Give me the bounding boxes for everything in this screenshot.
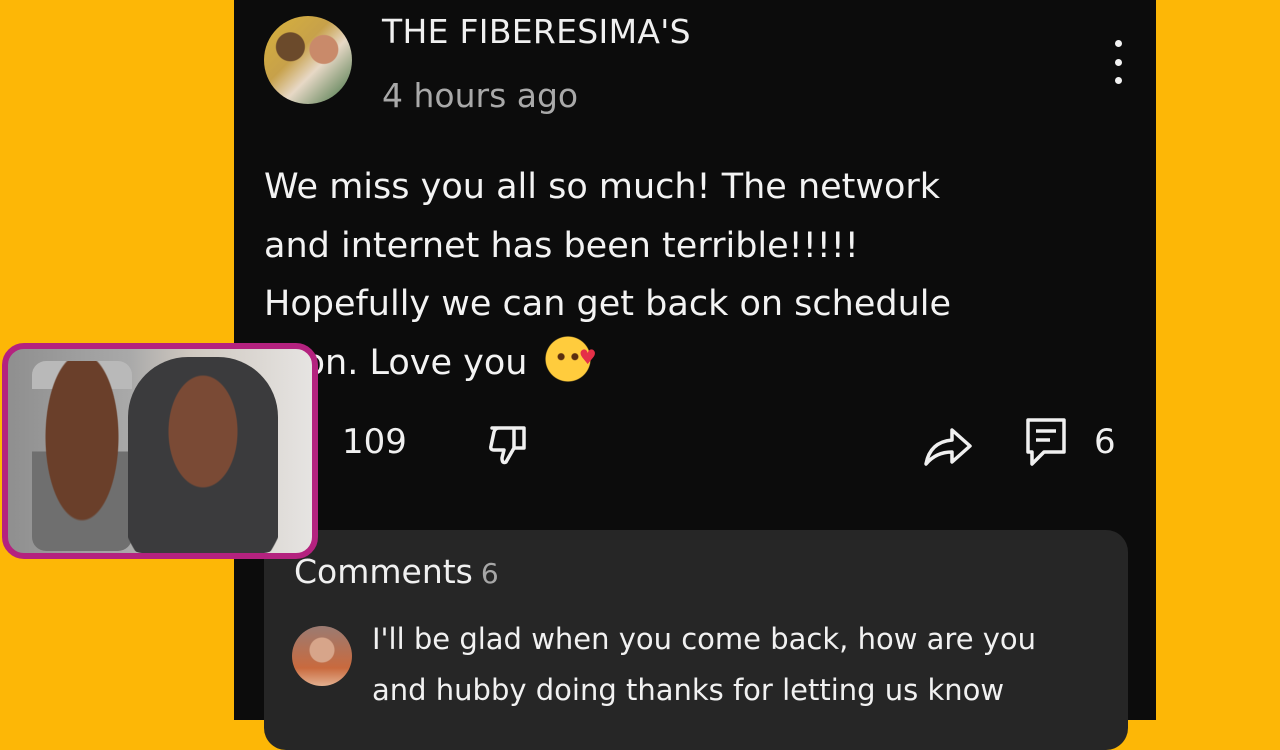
- webcam-person-right: [128, 357, 278, 553]
- top-comment-text: I'll be glad when you come back, how are…: [372, 614, 1092, 716]
- commenter-avatar[interactable]: [292, 626, 352, 686]
- post-text-line: Hopefully we can get back on schedule: [264, 284, 952, 324]
- webcam-person-left: [32, 361, 132, 551]
- comment-text-line: and hubby doing thanks for letting us kn…: [372, 673, 1005, 707]
- post-text: We miss you all so much! The network and…: [264, 158, 1114, 392]
- post-text-line: soon. Love you: [264, 328, 1114, 393]
- kebab-menu-icon[interactable]: [1106, 40, 1130, 84]
- comment-text-line: I'll be glad when you come back, how are…: [372, 622, 1037, 656]
- post-text-line: and internet has been terrible!!!!!: [264, 225, 859, 266]
- channel-avatar[interactable]: [264, 16, 352, 104]
- webcam-overlay: [0, 340, 325, 562]
- thumbs-down-icon[interactable]: [486, 422, 534, 470]
- comments-section[interactable]: Comments 6 I'll be glad when you come bac…: [264, 530, 1128, 750]
- webcam-frame: [2, 343, 318, 559]
- post-text-line: We miss you all so much! The network: [264, 167, 941, 207]
- comment-count[interactable]: 6: [1094, 422, 1116, 462]
- post-timestamp: 4 hours ago: [382, 76, 579, 115]
- post-actions-bar: 109 6: [234, 412, 1156, 476]
- comment-icon[interactable]: [1024, 416, 1068, 468]
- community-post-panel: THE FIBERESIMA'S 4 hours ago We miss you…: [234, 0, 1156, 750]
- comments-count: 6: [480, 557, 499, 590]
- like-count[interactable]: 109: [342, 422, 407, 462]
- share-icon[interactable]: [922, 420, 974, 472]
- channel-name[interactable]: THE FIBERESIMA'S: [382, 12, 691, 51]
- smiling-face-with-hearts-icon: [544, 328, 597, 386]
